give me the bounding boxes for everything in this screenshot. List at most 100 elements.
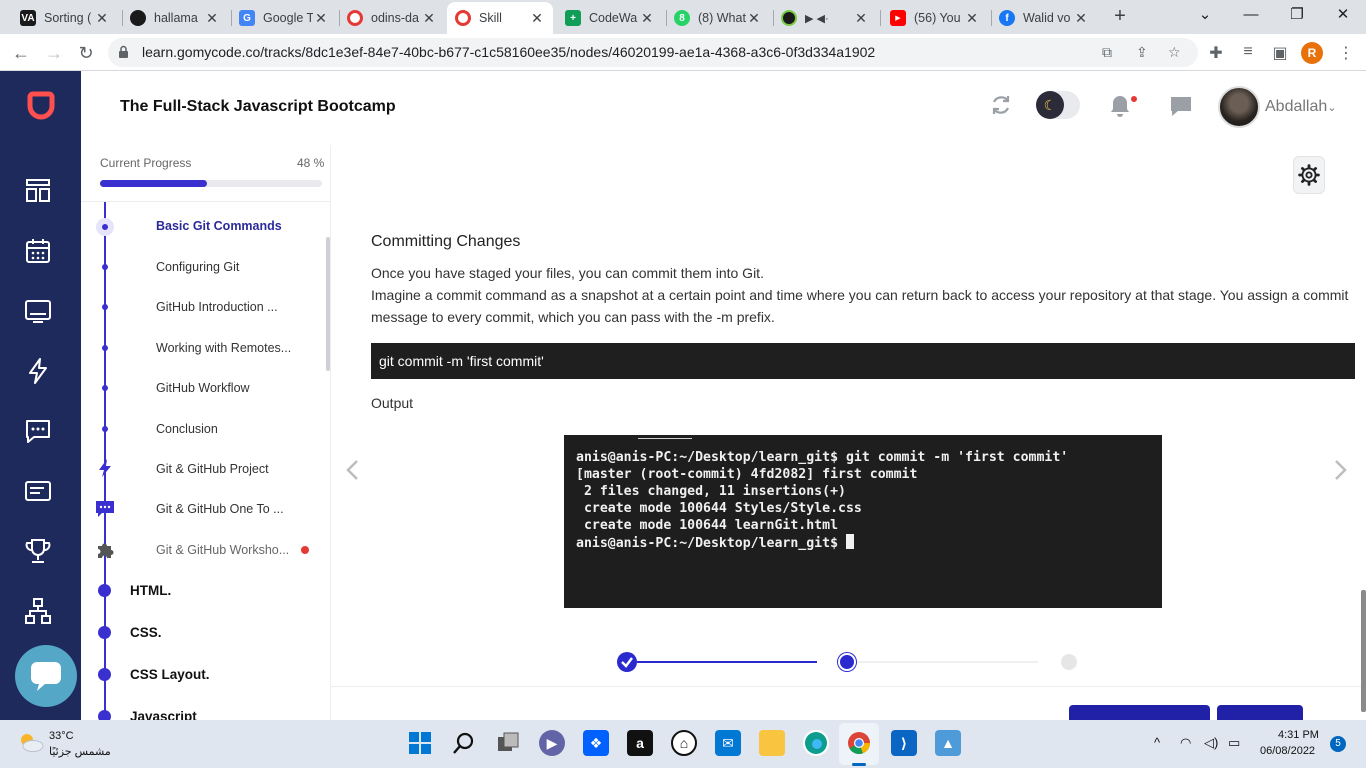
close-window-button[interactable]: ✕ <box>1320 4 1366 26</box>
support-chat-button[interactable] <box>15 645 77 707</box>
vscode-icon[interactable]: ⟩ <box>891 730 917 756</box>
step-completed[interactable] <box>617 652 637 672</box>
start-button[interactable] <box>407 730 433 756</box>
lesson-item-github-workflow[interactable]: GitHub Workflow <box>156 381 250 395</box>
browser-tab[interactable]: f Walid vo ✕ <box>991 4 1097 32</box>
edge-browser-icon[interactable] <box>803 730 829 756</box>
new-tab-button[interactable]: + <box>1108 5 1132 29</box>
lesson-item-basic-git-commands[interactable]: Basic Git Commands <box>156 219 282 233</box>
tracks-icon[interactable] <box>24 177 52 205</box>
close-tab-icon[interactable]: ✕ <box>94 10 110 27</box>
reload-button[interactable]: ↻ <box>73 40 99 66</box>
chrome-browser-icon[interactable] <box>846 730 872 756</box>
lesson-item-git-github-project[interactable]: Git & GitHub Project <box>156 462 269 476</box>
lesson-item-git-github-one-to-one[interactable]: Git & GitHub One To ... <box>156 502 284 516</box>
extensions-icon[interactable]: ✚ <box>1206 43 1226 63</box>
browser-tab[interactable]: VA Sorting ( ✕ <box>12 4 118 32</box>
weather-temperature[interactable]: 33°C <box>49 730 74 742</box>
browser-tab[interactable]: 8 (8) What ✕ <box>666 4 770 32</box>
sitemap-icon[interactable] <box>24 597 52 625</box>
media-control-icon[interactable]: ≡ <box>1238 43 1258 61</box>
browser-tab[interactable]: + CodeWa ✕ <box>557 4 663 32</box>
user-name[interactable]: Abdallah⌄ <box>1265 98 1337 116</box>
dropbox-icon[interactable]: ❖ <box>583 730 609 756</box>
wifi-icon[interactable]: ◠ <box>1180 735 1191 751</box>
back-button[interactable]: ← <box>8 40 34 66</box>
lesson-item-configuring-git[interactable]: Configuring Git <box>156 260 239 274</box>
tab-search-icon[interactable]: ⌄ <box>1182 4 1228 26</box>
close-tab-icon[interactable]: ✕ <box>529 10 545 27</box>
sidebar-scrollbar[interactable] <box>326 237 330 371</box>
settings-gear-icon[interactable] <box>1293 156 1325 194</box>
user-avatar[interactable] <box>1218 86 1260 128</box>
close-tab-icon[interactable]: ✕ <box>204 10 220 27</box>
browser-profile-avatar[interactable]: R <box>1301 42 1323 64</box>
mail-icon[interactable]: ✉ <box>715 730 741 756</box>
lesson-item-github-introduction[interactable]: GitHub Introduction ... <box>156 300 278 314</box>
close-tab-icon[interactable]: ✕ <box>639 10 655 27</box>
document-icon[interactable] <box>24 477 52 505</box>
side-panel-icon[interactable]: ▣ <box>1270 43 1290 63</box>
translate-icon[interactable]: ⧉ <box>1102 44 1112 61</box>
module-item-css-layout[interactable]: CSS Layout. <box>130 667 210 682</box>
address-bar[interactable]: learn.gomycode.co/tracks/8dc1e3ef-84e7-4… <box>108 38 1198 67</box>
browser-tab[interactable]: ▶ (56) You ✕ <box>882 4 988 32</box>
refresh-icon[interactable] <box>989 93 1013 117</box>
trophy-icon[interactable] <box>24 537 52 565</box>
maximize-button[interactable]: ❐ <box>1274 4 1320 26</box>
lesson-item-working-with-remotes[interactable]: Working with Remotes... <box>156 341 291 355</box>
close-tab-icon[interactable]: ✕ <box>421 10 437 27</box>
weather-description[interactable]: مشمس جزئيًا <box>49 745 111 758</box>
close-tab-icon[interactable]: ✕ <box>746 10 762 27</box>
workshop-icon[interactable] <box>24 297 52 325</box>
browser-tab[interactable]: G Google T ✕ <box>231 4 337 32</box>
close-tab-icon[interactable]: ✕ <box>313 10 329 27</box>
teams-chat-icon[interactable]: ▶ <box>539 730 565 756</box>
browser-tab[interactable]: hallama ✕ <box>122 4 228 32</box>
module-item-html[interactable]: HTML. <box>130 583 171 598</box>
module-item-css[interactable]: CSS. <box>130 625 162 640</box>
show-hidden-icons-chevron[interactable]: ^ <box>1154 735 1160 750</box>
browser-tab[interactable]: ▶ ◀· ✕ <box>773 4 877 32</box>
volume-icon[interactable]: ◁) <box>1204 735 1218 751</box>
bookmark-star-icon[interactable]: ☆ <box>1168 44 1181 61</box>
lesson-item-git-github-workshop[interactable]: Git & GitHub Worksho... <box>156 543 289 557</box>
close-tab-icon[interactable]: ✕ <box>1073 10 1089 27</box>
minimize-button[interactable]: — <box>1228 4 1274 26</box>
gomycode-logo-icon[interactable] <box>24 88 56 120</box>
close-tab-icon[interactable]: ✕ <box>964 10 980 27</box>
search-icon <box>453 732 474 754</box>
dark-mode-toggle[interactable]: ☾ <box>1036 91 1080 119</box>
partly-sunny-icon[interactable] <box>18 732 44 752</box>
previous-arrow-icon[interactable] <box>343 458 363 482</box>
notification-bell-icon[interactable] <box>1109 94 1131 118</box>
task-view-button[interactable] <box>495 730 521 756</box>
module-item-javascript[interactable]: Javascript <box>130 709 197 720</box>
browser-tab[interactable]: odins-da ✕ <box>339 4 445 32</box>
forward-button[interactable]: → <box>41 40 67 66</box>
calendar-icon[interactable] <box>24 237 52 265</box>
search-button[interactable] <box>451 730 477 756</box>
clock-time[interactable]: 4:31 PM <box>1278 729 1319 741</box>
close-tab-icon[interactable]: ✕ <box>853 10 869 27</box>
browser-menu-icon[interactable]: ⋮ <box>1336 43 1356 63</box>
app-icon[interactable]: ⌂ <box>671 730 697 756</box>
chat-icon[interactable] <box>24 417 52 445</box>
lightning-icon[interactable] <box>24 357 52 385</box>
lesson-item-conclusion[interactable]: Conclusion <box>156 422 218 436</box>
lock-icon <box>119 45 128 58</box>
clock-date[interactable]: 06/08/2022 <box>1260 745 1315 757</box>
file-explorer-icon[interactable] <box>759 730 785 756</box>
battery-icon[interactable]: ▭ <box>1228 735 1240 751</box>
step-current[interactable] <box>838 653 856 671</box>
output-label: Output <box>371 395 414 411</box>
photos-icon[interactable]: ▲ <box>935 730 961 756</box>
page-scrollbar[interactable] <box>1361 590 1366 712</box>
share-icon[interactable]: ⇪ <box>1136 44 1148 61</box>
step-upcoming[interactable] <box>1061 654 1077 670</box>
amazon-icon[interactable]: a <box>627 730 653 756</box>
notification-count-badge[interactable]: 5 <box>1330 736 1346 752</box>
browser-tab-active[interactable]: Skill ✕ <box>447 2 553 34</box>
next-arrow-icon[interactable] <box>1330 458 1350 482</box>
messages-icon[interactable] <box>1169 95 1193 117</box>
